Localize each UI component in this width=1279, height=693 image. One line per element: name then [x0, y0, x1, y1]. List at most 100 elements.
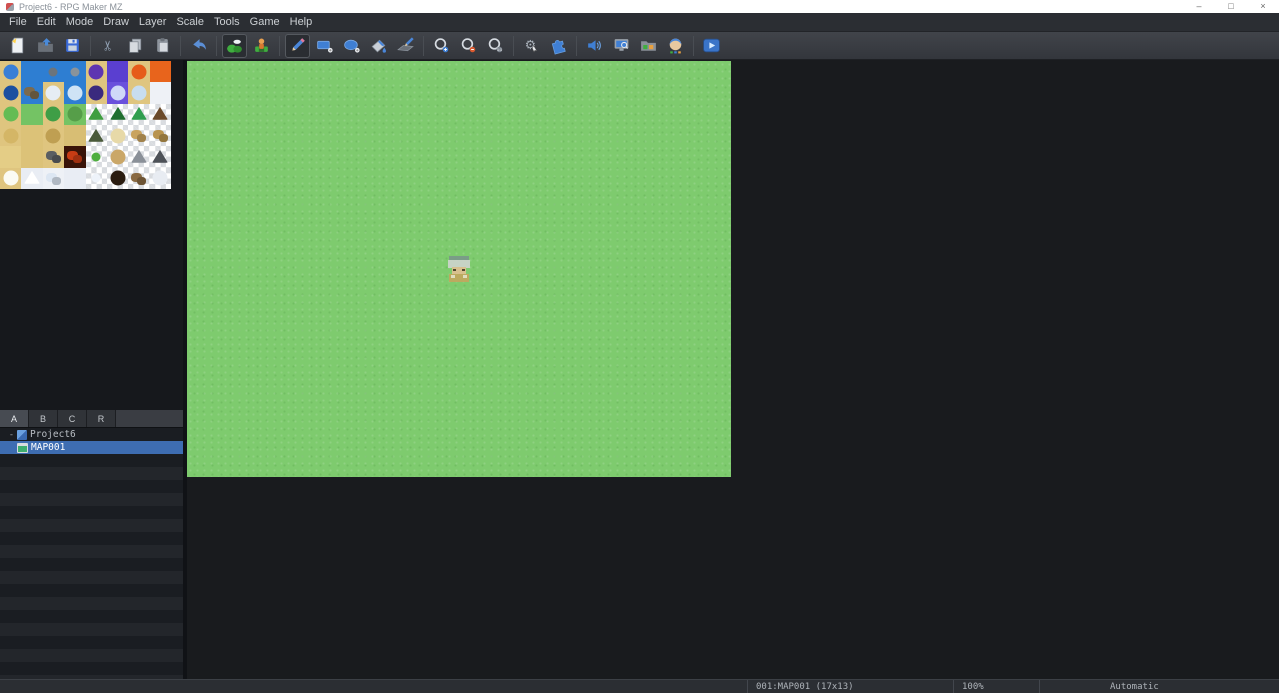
- palette-tile[interactable]: [0, 61, 21, 82]
- palette-tile[interactable]: [150, 125, 171, 146]
- palette-tile[interactable]: [0, 82, 21, 103]
- palette-tile[interactable]: [64, 125, 85, 146]
- palette-tile[interactable]: [64, 82, 85, 103]
- actual-scale-button[interactable]: 1:1: [483, 34, 508, 58]
- map-mode-button[interactable]: [222, 34, 247, 58]
- palette-tile[interactable]: [21, 168, 42, 189]
- palette-tile[interactable]: [21, 104, 42, 125]
- palette-tile[interactable]: [0, 146, 21, 167]
- palette-tile[interactable]: [64, 168, 85, 189]
- menu-item-file[interactable]: File: [4, 14, 32, 30]
- zoom-out-button[interactable]: [456, 34, 481, 58]
- palette-tile[interactable]: [107, 146, 128, 167]
- palette-tile[interactable]: [86, 61, 107, 82]
- collapse-toggle[interactable]: -: [7, 430, 16, 440]
- flood-fill-tool-button[interactable]: [366, 34, 391, 58]
- ellipse-tool-button[interactable]: [339, 34, 364, 58]
- palette-tile[interactable]: [128, 61, 149, 82]
- palette-tile[interactable]: [107, 104, 128, 125]
- pencil-tool-button[interactable]: [285, 34, 310, 58]
- map-tree[interactable]: -Project6MAP001: [0, 428, 183, 679]
- palette-tile[interactable]: [43, 82, 64, 103]
- menu-item-draw[interactable]: Draw: [98, 14, 134, 30]
- database-button[interactable]: ⚙: [519, 34, 544, 58]
- palette-tile[interactable]: [128, 168, 149, 189]
- menu-item-scale[interactable]: Scale: [171, 14, 209, 30]
- zoom-in-button[interactable]: [429, 34, 454, 58]
- palette-tile[interactable]: [128, 146, 149, 167]
- palette-tile[interactable]: [43, 168, 64, 189]
- palette-tile[interactable]: [43, 61, 64, 82]
- menu-item-layer[interactable]: Layer: [134, 14, 172, 30]
- menu-item-edit[interactable]: Edit: [32, 14, 61, 30]
- character-generator-button[interactable]: [663, 34, 688, 58]
- palette-tile[interactable]: [64, 61, 85, 82]
- statusbar-map-info: 001:MAP001 (17x13): [747, 680, 953, 693]
- palette-tile[interactable]: [150, 82, 171, 103]
- paste-button[interactable]: [150, 34, 175, 58]
- resource-folder-icon: [639, 36, 658, 55]
- palette-tile[interactable]: [0, 168, 21, 189]
- palette-tile[interactable]: [21, 82, 42, 103]
- copy-button[interactable]: [123, 34, 148, 58]
- palette-tile[interactable]: [86, 125, 107, 146]
- menu-item-mode[interactable]: Mode: [61, 14, 99, 30]
- palette-tile[interactable]: [64, 146, 85, 167]
- palette-tile[interactable]: [43, 104, 64, 125]
- palette-tile[interactable]: [21, 61, 42, 82]
- tileset-palette[interactable]: [0, 61, 171, 189]
- rectangle-tool-button[interactable]: [312, 34, 337, 58]
- resource-manager-button[interactable]: [636, 34, 661, 58]
- palette-tile[interactable]: [150, 61, 171, 82]
- save-project-button[interactable]: [60, 34, 85, 58]
- plugin-manager-button[interactable]: [546, 34, 571, 58]
- new-project-button[interactable]: [6, 34, 31, 58]
- palette-tile[interactable]: [150, 104, 171, 125]
- player-start-sprite[interactable]: [446, 255, 472, 283]
- tree-item-project[interactable]: -Project6: [0, 428, 183, 441]
- menu-item-game[interactable]: Game: [245, 14, 285, 30]
- palette-tile[interactable]: [86, 146, 107, 167]
- maximize-button[interactable]: □: [1215, 0, 1247, 13]
- sound-test-button[interactable]: [582, 34, 607, 58]
- palette-tile[interactable]: [128, 125, 149, 146]
- palette-tab-b[interactable]: B: [29, 410, 58, 427]
- palette-tile[interactable]: [0, 104, 21, 125]
- palette-tile[interactable]: [21, 146, 42, 167]
- palette-tile[interactable]: [86, 82, 107, 103]
- menu-item-tools[interactable]: Tools: [209, 14, 245, 30]
- palette-tile[interactable]: [43, 146, 64, 167]
- undo-button[interactable]: [186, 34, 211, 58]
- palette-tab-a[interactable]: A: [0, 410, 29, 427]
- minimize-button[interactable]: –: [1183, 0, 1215, 13]
- palette-tile[interactable]: [86, 168, 107, 189]
- palette-tile[interactable]: [128, 82, 149, 103]
- open-project-button[interactable]: [33, 34, 58, 58]
- palette-tile[interactable]: [0, 125, 21, 146]
- shadow-pen-tool-button[interactable]: [393, 34, 418, 58]
- toolbar-separator: [423, 36, 424, 56]
- palette-tab-c[interactable]: C: [58, 410, 87, 427]
- palette-tile[interactable]: [21, 125, 42, 146]
- project-icon: [17, 430, 27, 440]
- palette-tile[interactable]: [43, 125, 64, 146]
- menu-item-help[interactable]: Help: [285, 14, 318, 30]
- palette-tile[interactable]: [150, 168, 171, 189]
- palette-tile[interactable]: [64, 104, 85, 125]
- palette-tab-r[interactable]: R: [87, 410, 116, 427]
- event-mode-button[interactable]: [249, 34, 274, 58]
- palette-tile[interactable]: [107, 82, 128, 103]
- map-canvas[interactable]: [187, 61, 731, 477]
- palette-tile[interactable]: [107, 125, 128, 146]
- palette-tile[interactable]: [107, 168, 128, 189]
- palette-tile[interactable]: [128, 104, 149, 125]
- palette-tile[interactable]: [86, 104, 107, 125]
- palette-tile[interactable]: [107, 61, 128, 82]
- playtest-button[interactable]: [699, 34, 724, 58]
- event-searcher-button[interactable]: [609, 34, 634, 58]
- palette-tile[interactable]: [150, 146, 171, 167]
- cut-button[interactable]: ✂: [96, 34, 121, 58]
- close-button[interactable]: ×: [1247, 0, 1279, 13]
- tree-item-map-map001[interactable]: MAP001: [0, 441, 183, 454]
- shadow-pen-icon: [396, 36, 415, 55]
